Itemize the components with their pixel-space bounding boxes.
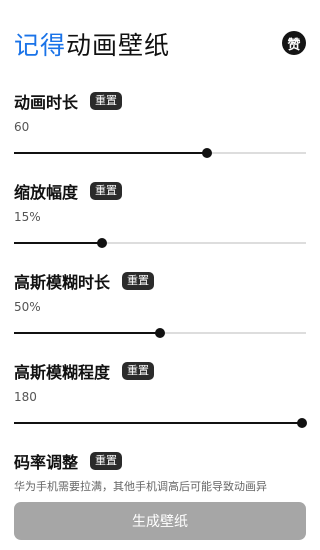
slider[interactable] [14,417,307,429]
slider-fill [14,422,306,424]
slider-fill [14,152,207,154]
zan-icon[interactable]: 赞 [282,31,306,55]
slider[interactable] [14,147,306,159]
setting-label: 码率调整 [14,453,79,472]
slider-thumb[interactable] [155,328,165,338]
title-accent: 记得 [14,31,67,60]
slider-thumb[interactable] [297,418,307,428]
reset-button[interactable]: 重置 [122,272,155,290]
slider-thumb[interactable] [202,148,212,158]
setting-bitrate: 码率调整 重置 华为手机需要拉满，其他手机调高后可能导致动画异 [14,450,306,494]
setting-label: 动画时长 [14,93,79,112]
setting-value: 50% [14,300,41,314]
slider[interactable] [14,237,306,249]
setting-label: 高斯模糊时长 [14,273,111,292]
page-title: 记得动画壁纸 [14,26,170,62]
reset-button[interactable]: 重置 [90,182,123,200]
slider-fill [14,242,102,244]
setting-value: 180 [14,390,37,404]
setting-blur-duration: 高斯模糊时长 重置 50% [14,270,306,342]
reset-button[interactable]: 重置 [122,362,155,380]
setting-value: 15% [14,210,41,224]
reset-button[interactable]: 重置 [90,452,123,470]
setting-blur-level: 高斯模糊程度 重置 180 [14,360,307,432]
setting-label: 缩放幅度 [14,183,79,202]
setting-zoom-amplitude: 缩放幅度 重置 15% [14,180,306,252]
app-header: 记得动画壁纸 [14,24,170,64]
setting-label: 高斯模糊程度 [14,363,111,382]
reset-button[interactable]: 重置 [90,92,123,110]
title-rest: 动画壁纸 [66,31,171,60]
slider[interactable] [14,327,306,339]
setting-value: 60 [14,120,30,134]
slider-thumb[interactable] [97,238,107,248]
bitrate-hint: 华为手机需要拉满，其他手机调高后可能导致动画异 [14,480,267,493]
slider-fill [14,332,160,334]
setting-animation-duration: 动画时长 重置 60 [14,90,306,162]
generate-wallpaper-button[interactable]: 生成壁纸 [14,502,306,540]
